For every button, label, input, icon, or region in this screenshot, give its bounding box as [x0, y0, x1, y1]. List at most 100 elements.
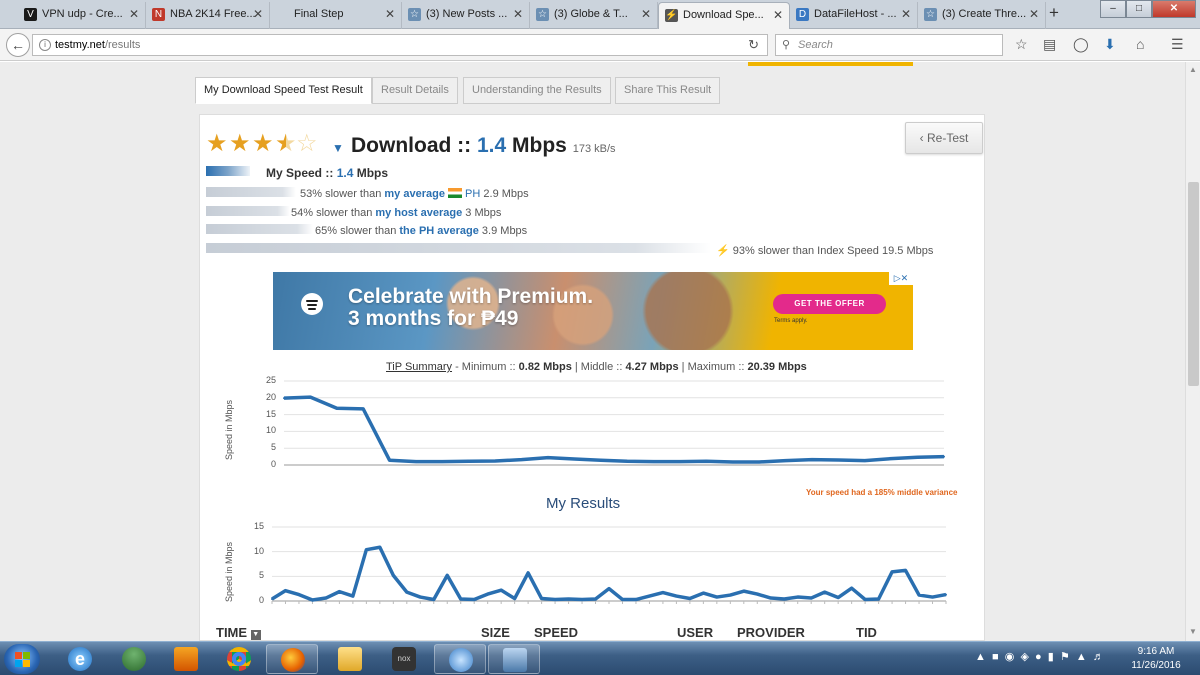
data-point[interactable]: [513, 597, 516, 600]
tab-close-icon[interactable]: ✕: [129, 2, 139, 27]
col-speed-header[interactable]: SPEED: [534, 625, 578, 640]
sort-down-icon[interactable]: ▼: [250, 630, 261, 640]
user-taskbar-icon[interactable]: [108, 644, 160, 674]
reading-list-icon[interactable]: ▤: [1043, 36, 1056, 53]
tab-share-result[interactable]: Share This Result: [615, 77, 721, 104]
data-point[interactable]: [661, 591, 664, 594]
data-point[interactable]: [573, 457, 576, 460]
data-point[interactable]: [621, 598, 624, 601]
browser-tab[interactable]: N NBA 2K14 Free... ✕: [146, 2, 270, 29]
data-point[interactable]: [731, 460, 734, 463]
data-point[interactable]: [626, 460, 629, 463]
data-point[interactable]: [581, 598, 584, 601]
explorer-taskbar-icon[interactable]: [324, 644, 376, 674]
reload-icon[interactable]: ↻: [748, 35, 759, 55]
data-point[interactable]: [446, 574, 449, 577]
data-point[interactable]: [405, 591, 408, 594]
new-tab-button[interactable]: +: [1049, 3, 1059, 23]
data-point[interactable]: [784, 459, 787, 462]
data-point[interactable]: [904, 569, 907, 572]
col-tid-header[interactable]: TID: [856, 625, 877, 640]
data-point[interactable]: [473, 598, 476, 601]
data-point[interactable]: [415, 460, 417, 463]
info-icon[interactable]: i: [39, 39, 51, 51]
my-average-link[interactable]: my average: [384, 188, 445, 200]
data-point[interactable]: [459, 598, 462, 601]
data-point[interactable]: [945, 593, 947, 596]
data-point[interactable]: [351, 595, 354, 598]
browser-tab[interactable]: ☆ (3) Globe & T... ✕: [530, 2, 658, 29]
data-point[interactable]: [388, 459, 391, 462]
data-point[interactable]: [756, 593, 759, 596]
data-point[interactable]: [796, 596, 799, 599]
data-point[interactable]: [810, 597, 813, 600]
data-point[interactable]: [467, 460, 470, 463]
maximize-button[interactable]: □: [1126, 0, 1152, 18]
close-window-button[interactable]: ✕: [1152, 0, 1196, 18]
tab-close-icon[interactable]: ✕: [1029, 2, 1039, 27]
nox-taskbar-icon[interactable]: nox: [378, 644, 430, 674]
data-point[interactable]: [648, 595, 651, 598]
data-point[interactable]: [916, 456, 919, 459]
ad-cta-button[interactable]: GET THE OFFER: [773, 294, 886, 314]
ad-choices-close-icon[interactable]: ▷✕: [889, 272, 913, 285]
data-point[interactable]: [783, 598, 786, 601]
data-point[interactable]: [769, 597, 772, 600]
data-point[interactable]: [284, 589, 287, 592]
menu-icon[interactable]: ☰: [1171, 36, 1184, 53]
data-point[interactable]: [864, 598, 867, 601]
browser-tab[interactable]: Final Step ✕: [270, 2, 402, 29]
data-point[interactable]: [520, 458, 523, 461]
remote-taskbar-icon[interactable]: [488, 644, 540, 674]
tip-summary-link[interactable]: TiP Summary: [386, 361, 452, 373]
data-point[interactable]: [338, 590, 341, 593]
data-point[interactable]: [594, 598, 597, 601]
retest-button[interactable]: ‹ Re-Test: [905, 122, 983, 154]
data-point[interactable]: [675, 595, 678, 598]
data-point[interactable]: [324, 597, 327, 600]
data-point[interactable]: [378, 546, 381, 549]
col-time-header[interactable]: TIME ▼: [216, 625, 261, 640]
data-point[interactable]: [527, 571, 530, 574]
data-point[interactable]: [494, 459, 497, 462]
data-point[interactable]: [432, 598, 435, 601]
col-user-header[interactable]: USER: [677, 625, 713, 640]
tab-close-icon[interactable]: ✕: [901, 2, 911, 27]
back-button[interactable]: ←: [6, 33, 30, 57]
data-point[interactable]: [891, 570, 894, 573]
col-provider-header[interactable]: PROVIDER: [737, 625, 805, 640]
firefox-taskbar-icon[interactable]: [266, 644, 318, 674]
data-point[interactable]: [652, 460, 655, 463]
tab-close-icon[interactable]: ✕: [641, 2, 651, 27]
data-point[interactable]: [811, 458, 813, 461]
system-tray[interactable]: ▲ ■ ◉ ◈ ● ▮ ⚑ ▲ ♬: [975, 650, 1104, 663]
data-point[interactable]: [441, 460, 444, 463]
data-point[interactable]: [554, 598, 557, 601]
network-taskbar-icon[interactable]: [434, 644, 486, 674]
ph-average-link[interactable]: the PH average: [399, 225, 478, 237]
minimize-button[interactable]: –: [1100, 0, 1126, 18]
start-button[interactable]: [4, 644, 40, 674]
data-point[interactable]: [837, 458, 840, 461]
data-point[interactable]: [634, 598, 637, 601]
data-point[interactable]: [850, 587, 853, 590]
data-point[interactable]: [362, 407, 365, 410]
browser-tab[interactable]: ⚡ Download Spe... ✕: [658, 2, 790, 29]
bookmark-star-icon[interactable]: ☆: [1015, 36, 1028, 53]
host-average-link[interactable]: my host average: [375, 207, 462, 219]
data-point[interactable]: [702, 592, 705, 595]
data-point[interactable]: [863, 459, 866, 462]
data-point[interactable]: [500, 589, 503, 592]
data-point[interactable]: [705, 460, 708, 463]
tab-download-result[interactable]: My Download Speed Test Result: [195, 77, 372, 104]
ie-taskbar-icon[interactable]: e: [54, 644, 106, 674]
data-point[interactable]: [715, 596, 718, 599]
data-point[interactable]: [283, 397, 285, 400]
data-point[interactable]: [392, 574, 395, 577]
data-point[interactable]: [890, 457, 893, 460]
data-point[interactable]: [309, 396, 312, 399]
browser-tab[interactable]: V VPN udp - Cre... ✕: [18, 2, 146, 29]
tab-understanding-results[interactable]: Understanding the Results: [463, 77, 611, 104]
media-player-taskbar-icon[interactable]: [160, 644, 212, 674]
data-point[interactable]: [297, 593, 300, 596]
